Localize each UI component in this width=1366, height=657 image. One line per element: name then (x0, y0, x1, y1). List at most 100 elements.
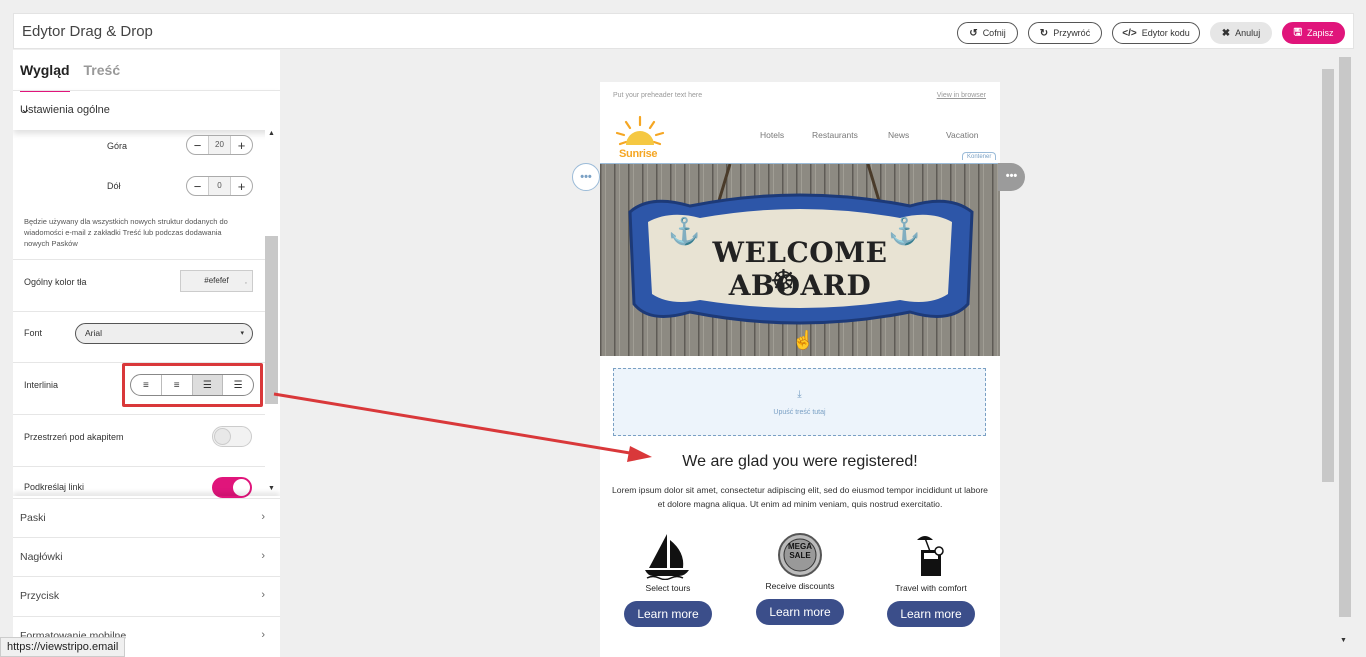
accordion-button[interactable]: Przycisk › (13, 576, 280, 616)
learn-more-button[interactable]: Learn more (624, 601, 712, 627)
accordion-headings[interactable]: Nagłówki › (13, 537, 280, 577)
email-canvas: Put your preheader text here View in bro… (600, 82, 1000, 657)
chevron-down-icon: ▾ (240, 330, 244, 337)
anchor-icon: ⚓ (668, 216, 701, 246)
chevron-right-icon: › (261, 629, 265, 641)
more-options-right-handle[interactable]: ••• (998, 163, 1025, 191)
preheader-text[interactable]: Put your preheader text here (613, 92, 702, 99)
settings-scroll-area: Góra − 20 + Dół − 0 + Będzie używany dla… (13, 130, 265, 498)
drop-zone-label: Upuść treść tutaj (773, 409, 826, 416)
paragraph-spacing-label: Przestrzeń pod akapitem (24, 432, 124, 442)
undo-button[interactable]: ↺ Cofnij (957, 22, 1018, 44)
email-headline[interactable]: We are glad you were registered! (600, 453, 1000, 471)
cocktail-icon (917, 536, 944, 576)
padding-note: Będzie używany dla wszystkich nowych str… (24, 217, 228, 248)
nav-vacation[interactable]: Vacation (946, 130, 978, 140)
feature-tours: Select tours Learn more (613, 530, 723, 627)
annotation-highlight-box (122, 363, 263, 407)
view-in-browser-link[interactable]: View in browser (937, 92, 986, 99)
top-padding-label: Góra (107, 141, 128, 151)
email-body-text[interactable]: Lorem ipsum dolor sit amet, consectetur … (608, 483, 992, 511)
tab-content[interactable]: Treść (84, 62, 121, 92)
minus-icon[interactable]: − (187, 138, 208, 153)
container-tag[interactable]: Kontener (962, 152, 997, 160)
divider (13, 414, 265, 415)
panel-scrollbar[interactable]: ▲ ▼ (265, 130, 280, 492)
bottom-padding-stepper[interactable]: − 0 + (186, 176, 253, 196)
feature-discounts-label: Receive discounts (765, 581, 835, 591)
bottom-padding-value[interactable]: 0 (208, 177, 231, 195)
accordion-stripes[interactable]: Paski › (13, 498, 280, 538)
page-scrollbar[interactable]: ▼ (1338, 57, 1352, 650)
ship-wheel-icon: ☸ (770, 265, 797, 298)
general-settings-header[interactable]: Ustawienia ogólne ⌄ (13, 90, 280, 130)
feature-tours-label: Select tours (645, 583, 691, 593)
nav-restaurants[interactable]: Restaurants (812, 130, 858, 140)
scroll-thumb[interactable] (1322, 69, 1334, 482)
save-icon: 🖫 (1293, 26, 1302, 38)
undo-label: Cofnij (982, 28, 1006, 38)
tab-appearance[interactable]: Wygląd (20, 62, 70, 92)
plus-icon[interactable]: + (231, 179, 252, 194)
accordion-headings-label: Nagłówki (20, 551, 63, 563)
chevron-down-icon: ⌄ (20, 101, 31, 116)
paragraph-spacing-toggle[interactable] (212, 426, 252, 447)
minus-icon[interactable]: − (187, 179, 208, 194)
status-bar-url: https://viewstripo.email (0, 637, 126, 657)
panel-tabs: Wygląd Treść (20, 62, 120, 92)
save-label: Zapisz (1307, 28, 1334, 38)
scroll-thumb[interactable] (1339, 57, 1351, 617)
toggle-knob (214, 428, 231, 445)
top-bar: Edytor Drag & Drop ↺ Cofnij ↻ Przywróć <… (13, 13, 1354, 49)
nav-hotels[interactable]: Hotels (760, 130, 784, 140)
hand-cursor-icon: ☝ (792, 330, 815, 350)
bg-color-value: #efefef (204, 276, 229, 285)
hero-image[interactable]: WELCOME ABOARD ☸ ⚓ ⚓ ☝ (600, 163, 1000, 356)
bottom-padding-label: Dół (107, 181, 121, 191)
feature-discounts: MEGA SALE Receive discounts Learn more (745, 528, 855, 625)
plus-icon[interactable]: + (231, 138, 252, 153)
feature-comfort: Travel with comfort Learn more (876, 530, 986, 627)
sailboat-icon (645, 534, 689, 580)
nav-news[interactable]: News (888, 130, 909, 140)
scroll-down-icon[interactable]: ▼ (268, 485, 275, 492)
learn-more-button[interactable]: Learn more (887, 601, 975, 627)
top-padding-value[interactable]: 20 (208, 136, 231, 154)
drop-zone[interactable]: ⤓ Upuść treść tutaj (613, 368, 986, 436)
bg-color-label: Ogólny kolor tła (24, 277, 87, 287)
code-icon: </> (1122, 27, 1137, 39)
code-editor-label: Edytor kodu (1141, 28, 1190, 38)
underline-links-label: Podkreślaj linki (24, 482, 85, 492)
divider (13, 311, 265, 312)
font-select[interactable]: Arial ▾ (75, 323, 253, 344)
accordion-stripes-label: Paski (20, 512, 46, 524)
scroll-thumb[interactable] (265, 236, 278, 404)
learn-more-button[interactable]: Learn more (756, 599, 844, 625)
anchor-icon: ⚓ (888, 216, 921, 246)
cancel-label: Anuluj (1235, 28, 1261, 38)
canvas-scrollbar[interactable] (1320, 57, 1336, 650)
divider (13, 466, 265, 467)
scroll-up-icon[interactable]: ▲ (268, 130, 275, 137)
redo-button[interactable]: ↻ Przywróć (1028, 22, 1102, 44)
bg-color-picker[interactable]: #efefef ◦ (180, 270, 253, 292)
font-value: Arial (85, 328, 103, 338)
chevron-right-icon: › (261, 511, 265, 523)
chevron-right-icon: › (261, 589, 265, 601)
scroll-down-icon[interactable]: ▼ (1340, 637, 1347, 644)
redo-label: Przywróć (1053, 28, 1091, 38)
code-editor-button[interactable]: </> Edytor kodu (1112, 22, 1200, 44)
more-options-left-handle[interactable]: ••• (572, 163, 600, 191)
settings-panel: Wygląd Treść Ustawienia ogólne ⌄ Góra − … (13, 50, 280, 657)
toggle-knob (233, 479, 250, 496)
drop-icon: ⤓ (797, 389, 802, 400)
save-button[interactable]: 🖫 Zapisz (1282, 22, 1345, 44)
cancel-button[interactable]: ✖ Anuluj (1210, 22, 1272, 44)
top-padding-stepper[interactable]: − 20 + (186, 135, 253, 155)
mega-sale-badge: MEGA SALE (788, 542, 812, 560)
line-height-label: Interlinia (24, 380, 59, 390)
underline-links-toggle[interactable] (212, 477, 252, 498)
close-icon: ✖ (1221, 27, 1231, 39)
undo-icon: ↺ (969, 27, 978, 39)
font-label: Font (24, 328, 43, 338)
